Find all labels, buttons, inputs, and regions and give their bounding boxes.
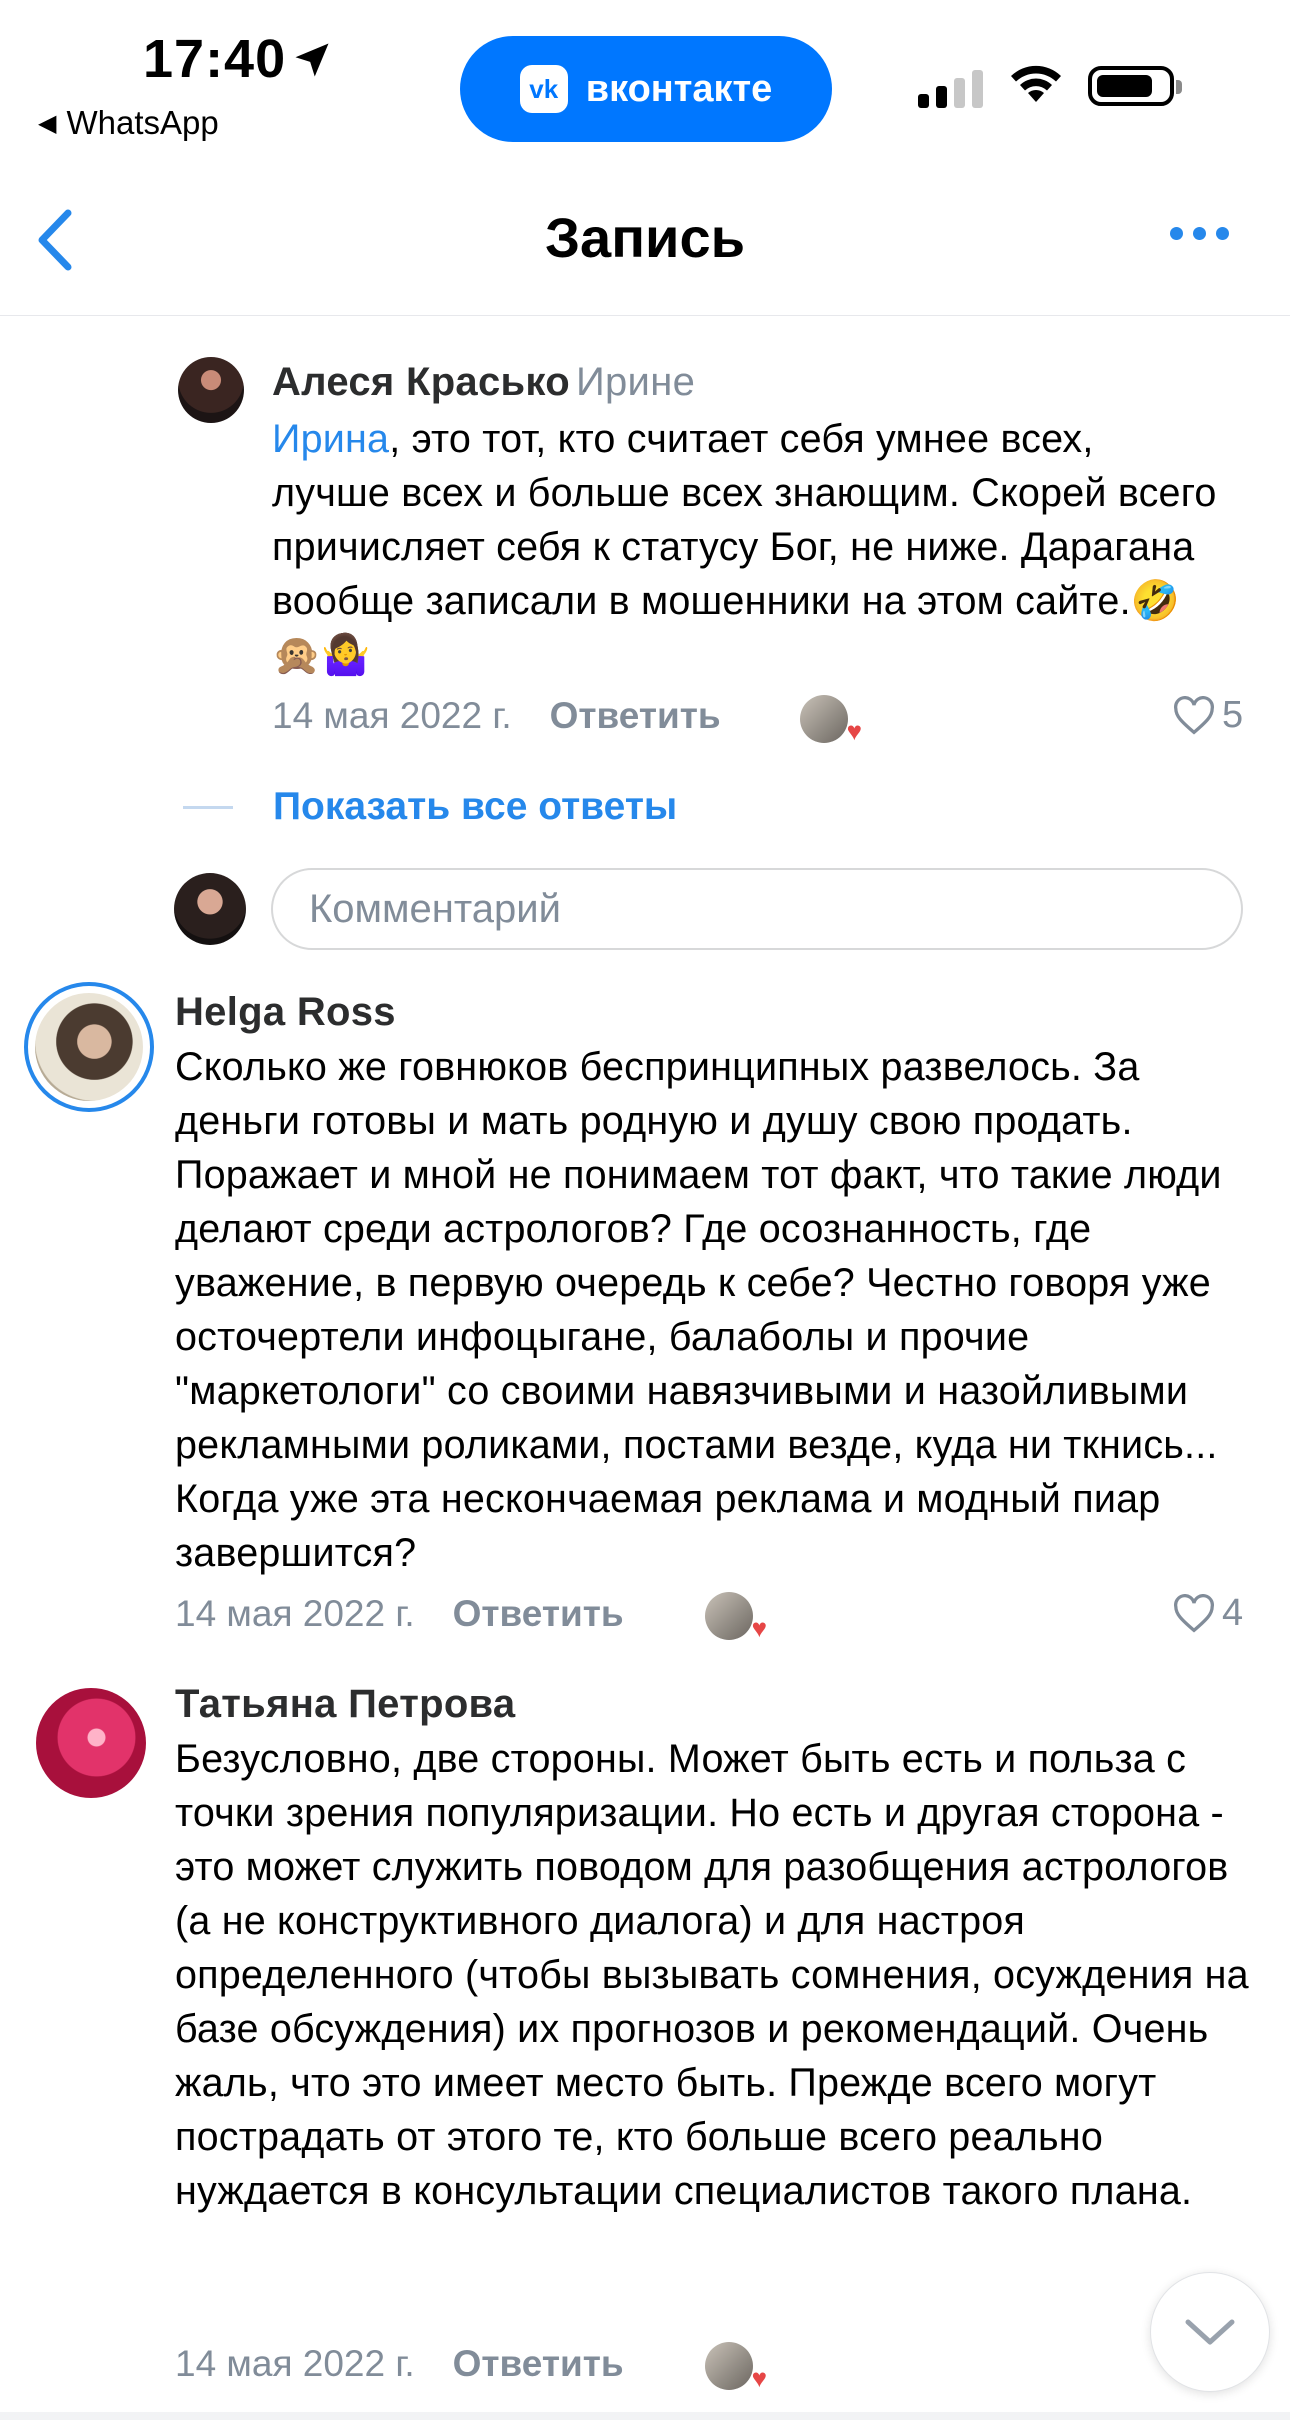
comment-meta: 14 мая 2022 г. Ответить xyxy=(175,1593,624,1635)
comment-author[interactable]: Татьяна Петрова xyxy=(175,1682,515,1727)
heart-badge-icon: ♥ xyxy=(751,1613,767,1643)
comment-text: Ирина, это тот, кто считает себя умнее в… xyxy=(272,412,1222,682)
wifi-icon xyxy=(1011,65,1061,102)
page-title: Запись xyxy=(544,206,746,269)
avatar-helga-ross[interactable] xyxy=(24,982,154,1112)
cellular-signal-icon xyxy=(918,68,983,108)
liker-avatar[interactable]: ♥ xyxy=(800,695,862,746)
comment-input[interactable]: Комментарий xyxy=(271,868,1243,950)
heart-badge-icon: ♥ xyxy=(751,2363,767,2393)
nav-divider xyxy=(0,315,1290,316)
reply-to-name: Ирине xyxy=(575,360,696,404)
reply-button[interactable]: Ответить xyxy=(550,695,721,737)
reply-button[interactable]: Ответить xyxy=(453,2343,624,2385)
comment-meta: 14 мая 2022 г. Ответить xyxy=(272,695,721,737)
avatar-alesya[interactable] xyxy=(178,357,244,423)
vk-pill-label: вконтакте xyxy=(585,67,773,110)
status-time: 17:40 xyxy=(143,29,287,89)
heart-outline-icon xyxy=(1174,695,1214,735)
status-bar: 17:40 ◀ WhatsApp vk вконтакте xyxy=(0,0,1290,165)
heart-badge-icon: ♥ xyxy=(846,716,862,746)
like-count: 4 xyxy=(1222,1592,1244,1634)
scroll-down-button[interactable] xyxy=(1150,2272,1270,2392)
author-name: Алеся Красько xyxy=(272,360,570,404)
comment-meta: 14 мая 2022 г. Ответить xyxy=(175,2343,624,2385)
current-user-avatar xyxy=(174,873,246,945)
like-button[interactable]: 4 xyxy=(1172,1592,1243,1635)
comment-text: Безусловно, две стороны. Может быть есть… xyxy=(175,1737,1249,2213)
liker-avatar[interactable]: ♥ xyxy=(705,2342,767,2393)
reply-button[interactable]: Ответить xyxy=(453,1593,624,1635)
nav-bar: Запись xyxy=(0,165,1290,315)
comment-author[interactable]: Алеся Красько Ирине xyxy=(272,360,695,405)
comment-date: 14 мая 2022 г. xyxy=(272,695,512,736)
show-all-replies-label: Показать все ответы xyxy=(273,785,678,828)
more-options-icon[interactable] xyxy=(1170,227,1229,240)
heart-outline-icon xyxy=(1174,1593,1214,1633)
show-all-replies-button[interactable]: Показать все ответы xyxy=(183,785,677,829)
liker-avatar[interactable]: ♥ xyxy=(705,1592,767,1643)
like-button[interactable]: 5 xyxy=(1172,694,1243,737)
vk-app-pill[interactable]: vk вконтакте xyxy=(460,36,832,142)
comment-body: , это тот, кто считает себя умнее всех, … xyxy=(272,417,1217,677)
back-triangle-icon: ◀ xyxy=(38,110,57,137)
location-arrow-icon xyxy=(295,43,329,77)
battery-icon xyxy=(1088,66,1182,106)
avatar-tatyana-petrova[interactable] xyxy=(36,1688,146,1798)
comment-date: 14 мая 2022 г. xyxy=(175,2343,415,2384)
chevron-down-icon xyxy=(1185,2319,1235,2345)
bottom-bar xyxy=(0,2412,1290,2420)
thread-line xyxy=(183,805,233,809)
vk-logo-icon: vk xyxy=(519,65,568,113)
comment-text: Сколько же говнюков беспринципных развел… xyxy=(175,1045,1222,1575)
comment-author[interactable]: Helga Ross xyxy=(175,990,396,1035)
back-to-app-link[interactable]: ◀ WhatsApp xyxy=(38,104,219,142)
comment-date: 14 мая 2022 г. xyxy=(175,1593,415,1634)
back-app-label: WhatsApp xyxy=(66,104,219,141)
comment-input-placeholder: Комментарий xyxy=(309,886,561,931)
like-count: 5 xyxy=(1222,694,1244,736)
mention-link[interactable]: Ирина xyxy=(272,417,389,461)
